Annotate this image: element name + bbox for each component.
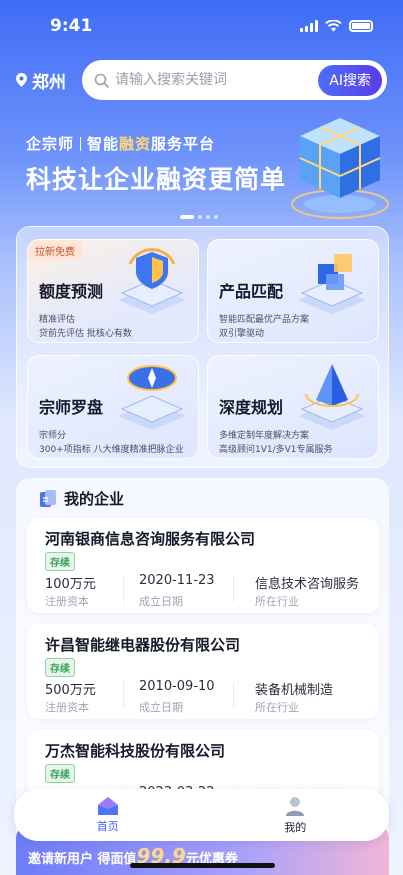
search-input[interactable] (109, 72, 319, 88)
city-name: 郑州 (32, 72, 66, 93)
section-header: 我的企业 (40, 488, 124, 509)
home-icon (97, 797, 118, 815)
status-badge: 存续 (45, 658, 75, 677)
brand-line: 企宗师 智能融资服务平台 (26, 133, 215, 154)
document-icon (40, 489, 56, 507)
location-pin-icon (16, 73, 27, 87)
date-label: 成立日期 (139, 595, 183, 608)
service-card-compass[interactable]: 宗师罗盘 宗师分 300+项指标 八大维度精准把脉企业 (27, 355, 199, 459)
service-desc: 宗师分 (39, 431, 67, 441)
brand-divider (80, 136, 82, 151)
shield-platform-icon (118, 248, 186, 314)
tab-mine[interactable]: 我的 (202, 789, 390, 841)
compass-platform-icon (118, 365, 186, 430)
section-title: 我的企业 (64, 490, 125, 508)
industry-label: 所在行业 (255, 595, 299, 608)
service-desc: 高级顾问1V1/多V1专属服务 (219, 445, 333, 455)
search-box: AI搜索 (82, 60, 387, 100)
status-badge: 存续 (45, 552, 75, 571)
company-card[interactable]: 河南银商信息咨询服务有限公司 存续 100万元 注册资本 2020-11-23 … (27, 518, 379, 613)
company-name: 万杰智能科技股份有限公司 (45, 742, 226, 760)
search-row: 郑州 AI搜索 (0, 60, 403, 100)
promo-tag: 拉新免费 (28, 240, 82, 261)
industry-value: 信息技术咨询服务 (255, 577, 360, 592)
date-value: 2020-11-23 (139, 573, 215, 588)
status-time: 9:41 (50, 16, 93, 36)
city-selector[interactable]: 郑州 (16, 68, 82, 93)
status-icons (300, 20, 373, 32)
battery-icon (349, 20, 373, 32)
banner-slogan: 科技让企业融资更简单 (26, 165, 287, 194)
industry-label: 所在行业 (255, 701, 299, 714)
service-desc: 贷前先评估 批核心有数 (39, 329, 132, 339)
service-title: 宗师罗盘 (39, 398, 104, 417)
hero-banner[interactable]: 企宗师 智能融资服务平台 科技让企业融资更简单 (0, 118, 403, 230)
status-bar: 9:41 (0, 0, 403, 52)
service-card-product-match[interactable]: 产品匹配 智能匹配最优产品方案 双引擎驱动 (207, 239, 379, 343)
service-card-deep-planning[interactable]: 深度规划 多维定制年度解决方案 高级顾问1V1/多V1专属服务 (207, 355, 379, 459)
service-title: 深度规划 (219, 398, 284, 417)
brand-name: 企宗师 (26, 135, 75, 153)
tab-home[interactable]: 首页 (14, 789, 202, 841)
divider (233, 682, 234, 708)
date-label: 成立日期 (139, 701, 183, 714)
divider (123, 682, 124, 708)
cube-illustration-icon (291, 118, 389, 219)
cellular-signal-icon (300, 20, 318, 32)
service-desc: 300+项指标 八大维度精准把脉企业 (39, 445, 184, 455)
ai-search-button[interactable]: AI搜索 (318, 64, 382, 96)
date-value: 2010-09-10 (139, 679, 215, 694)
capital-value: 500万元 (45, 683, 96, 698)
service-desc: 精准评估 (39, 315, 76, 325)
capital-value: 100万元 (45, 577, 96, 592)
pyramid-platform-icon (298, 364, 366, 430)
company-name: 许昌智能继电器股份有限公司 (45, 636, 241, 654)
service-title: 产品匹配 (219, 282, 284, 301)
search-icon (94, 73, 109, 88)
service-title: 额度预测 (39, 282, 104, 301)
user-icon (286, 797, 305, 816)
divider (123, 576, 124, 602)
wifi-icon (325, 20, 342, 32)
status-badge: 存续 (45, 764, 75, 783)
tab-label: 我的 (284, 821, 307, 834)
company-card[interactable]: 许昌智能继电器股份有限公司 存续 500万元 注册资本 2010-09-10 成… (27, 624, 379, 719)
service-desc: 双引擎驱动 (219, 329, 265, 339)
company-name: 河南银商信息咨询服务有限公司 (45, 530, 256, 548)
services-grid: 拉新免费 额度预测 精准评估 贷前先评估 批核心有数 产品匹配 智能匹配最优产品… (16, 226, 389, 468)
bottom-tab-bar: 首页 我的 (14, 789, 389, 841)
capital-label: 注册资本 (45, 595, 89, 608)
carousel-indicator (180, 215, 218, 219)
divider (233, 576, 234, 602)
tab-label: 首页 (96, 820, 119, 833)
home-indicator (130, 863, 275, 868)
industry-value: 装备机械制造 (255, 683, 334, 698)
brand-tagline: 智能融资服务平台 (87, 135, 216, 153)
service-card-quota-prediction[interactable]: 拉新免费 额度预测 精准评估 贷前先评估 批核心有数 (27, 239, 199, 343)
cubes-platform-icon (298, 254, 366, 314)
capital-label: 注册资本 (45, 701, 89, 714)
